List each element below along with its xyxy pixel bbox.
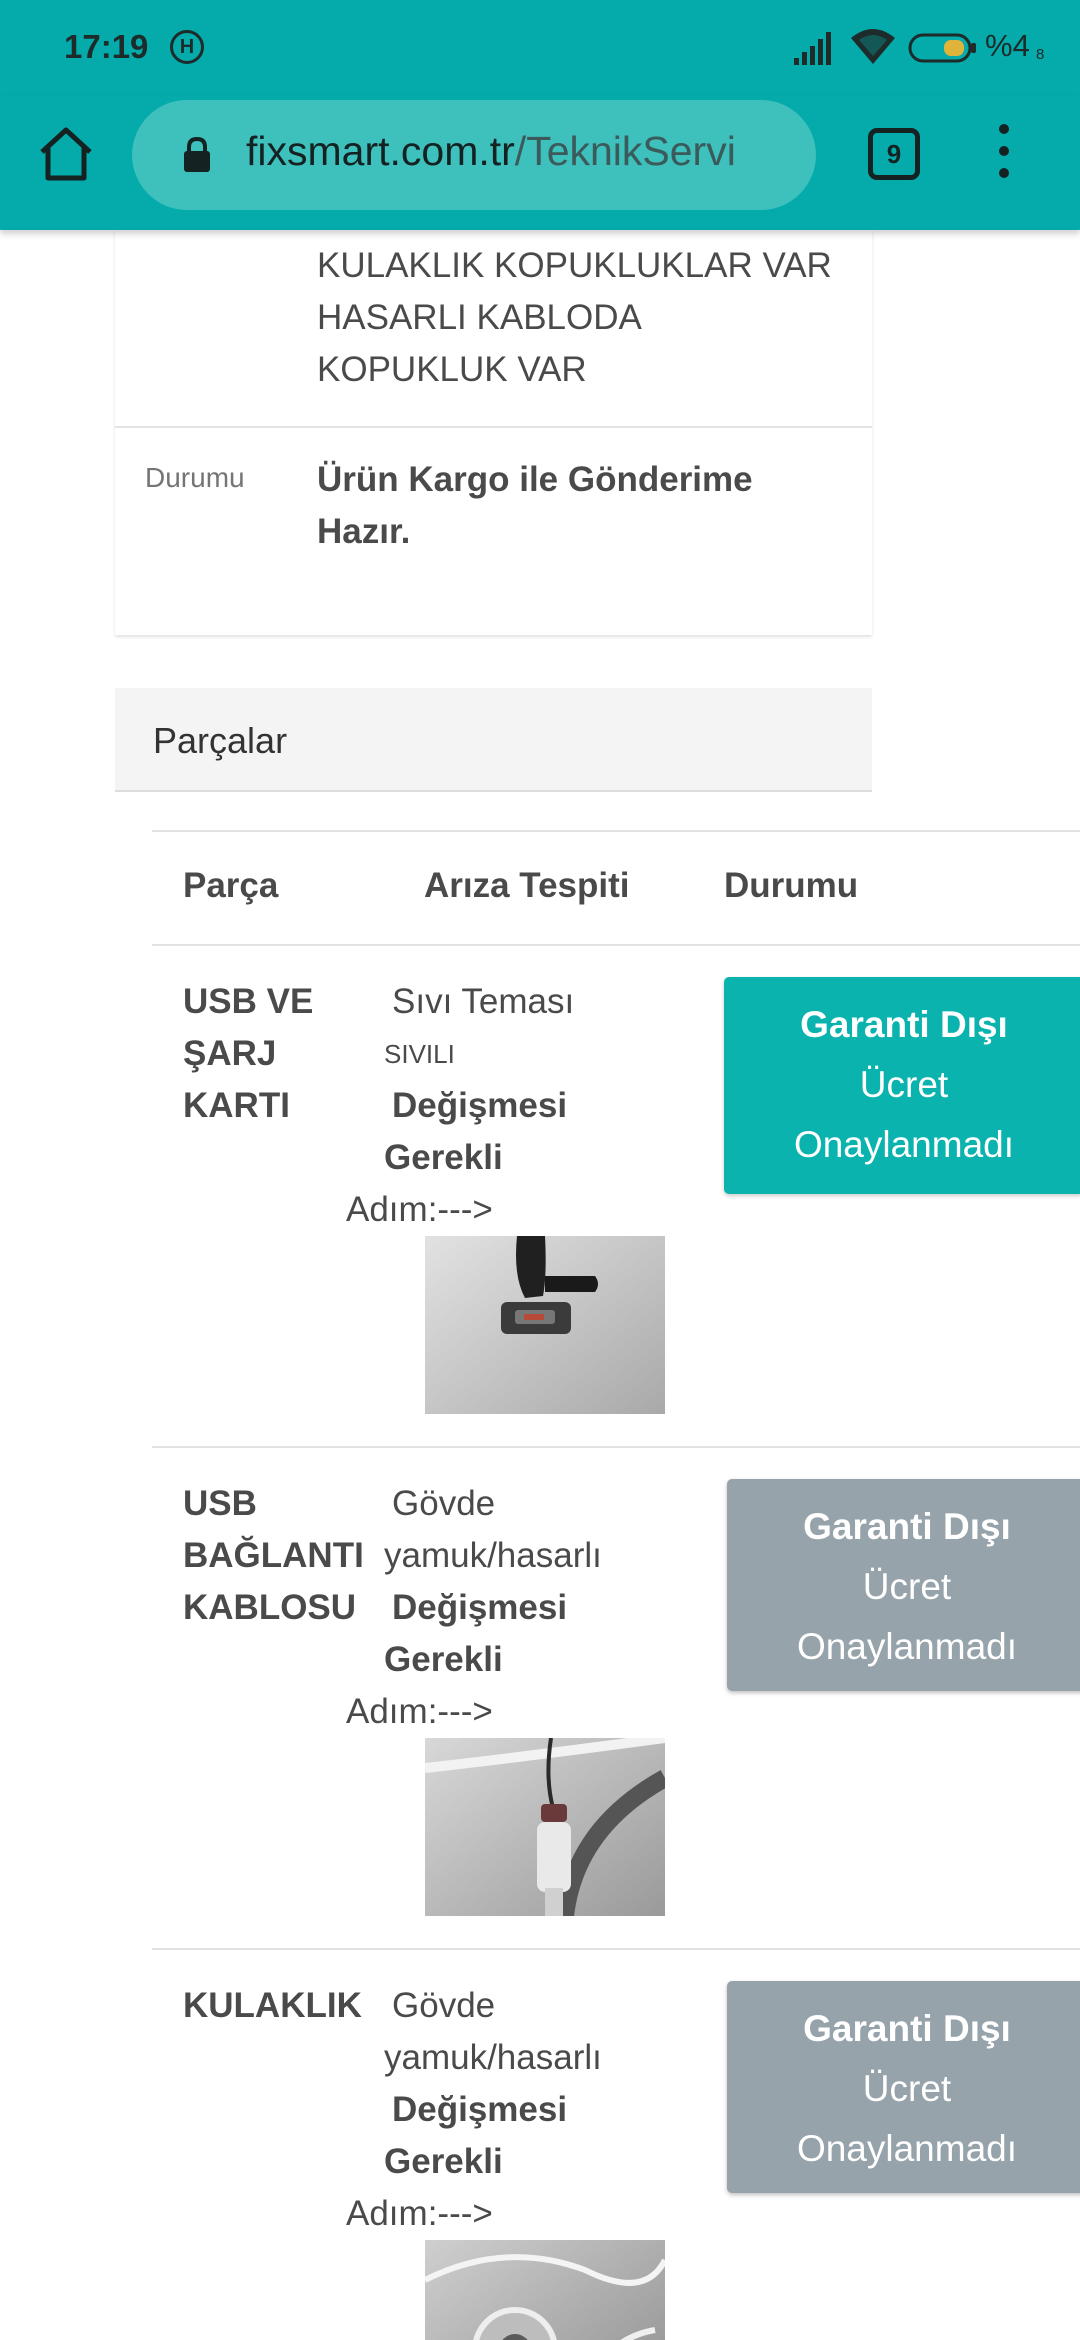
status-button-line: Garanti Dışı: [803, 2008, 1011, 2049]
status-button-line: Ücret: [862, 1566, 952, 1607]
description-line: KOPUKLUK VAR: [317, 350, 587, 389]
table-row: USB VE ŞARJ KARTI Sıvı Teması SIVILI Değ…: [152, 946, 1080, 1448]
fault-detail: Gövde yamuk/hasarlı Değişmesi Gerekli Ad…: [346, 1980, 634, 2240]
part-name: KULAKLIK: [183, 1980, 383, 2032]
part-photo[interactable]: [425, 1738, 665, 1916]
column-header-fault: Arıza Tespiti: [424, 866, 630, 905]
status-button-line: Garanti Dışı: [800, 1004, 1008, 1045]
description-line: HASARLI KABLODA: [317, 298, 642, 337]
action-required: Değişmesi: [392, 1588, 568, 1627]
lock-icon: [184, 136, 210, 172]
status-value: Ürün Kargo ile Gönderime Hazır.: [317, 460, 753, 551]
action-required: Gerekli: [384, 1138, 503, 1177]
table-top-border: [152, 830, 1080, 832]
signal-icon: [794, 32, 831, 65]
column-header-status: Durumu: [724, 866, 859, 905]
status-button-line: Ücret: [859, 1064, 949, 1105]
menu-icon[interactable]: [990, 124, 1018, 184]
part-name-line: KABLOSU: [183, 1588, 357, 1627]
step-label: Adım:--->: [346, 1692, 493, 1731]
battery-sub: 8: [1036, 46, 1045, 63]
step-label: Adım:--->: [346, 1190, 493, 1229]
url-text: fixsmart.com.tr/TeknikServi: [246, 128, 736, 175]
battery-percent: %4: [985, 28, 1030, 63]
part-name-line: ŞARJ: [183, 1034, 277, 1073]
fault-note: yamuk/hasarlı: [384, 1536, 602, 1575]
parts-panel-heading: Parçalar: [115, 688, 872, 792]
column-header-part: Parça: [183, 866, 279, 905]
status-button-line: Onaylanmadı: [796, 2128, 1018, 2169]
action-required: Gerekli: [384, 1640, 503, 1679]
service-details-card: KULAKLIK KOPUKLUKLAR VAR HASARLI KABLODA…: [115, 230, 872, 635]
fault-type: Sıvı Teması: [392, 982, 575, 1021]
battery-icon: [908, 33, 976, 63]
wifi-icon: [851, 29, 895, 64]
part-name-line: KARTI: [183, 1086, 290, 1125]
description-line: KULAKLIK KOPUKLUKLAR VAR: [317, 246, 832, 285]
status-bar: 17:19 H %4 8: [0, 0, 1080, 96]
h-badge-icon: H: [170, 30, 204, 64]
part-photo[interactable]: [425, 1236, 665, 1414]
status-button[interactable]: Garanti Dışı Ücret Onaylanmadı: [727, 1479, 1080, 1691]
part-photo[interactable]: [425, 2240, 665, 2340]
fault-note: yamuk/hasarlı: [384, 2038, 602, 2077]
fault-note: SIVILI: [384, 1039, 455, 1069]
fault-detail: Gövde yamuk/hasarlı Değişmesi Gerekli Ad…: [346, 1478, 634, 1738]
action-required: Gerekli: [384, 2142, 503, 2181]
fault-detail: Sıvı Teması SIVILI Değişmesi Gerekli Adı…: [346, 976, 634, 1236]
step-label: Adım:--->: [346, 2194, 493, 2233]
url-path: /TeknikServi: [514, 128, 736, 174]
part-name-line: BAĞLANTI: [183, 1536, 364, 1575]
parts-heading: Parçalar: [153, 720, 288, 761]
status-button[interactable]: Garanti Dışı Ücret Onaylanmadı: [727, 1981, 1080, 2193]
status-label: Durumu: [145, 462, 245, 493]
divider: [115, 426, 872, 428]
status-button-line: Ücret: [862, 2068, 952, 2109]
tabs-icon[interactable]: 9: [868, 128, 920, 180]
page-content: KULAKLIK KOPUKLUKLAR VAR HASARLI KABLODA…: [0, 230, 1080, 2340]
fault-type: Gövde: [392, 1986, 496, 2025]
status-button-line: Onaylanmadı: [796, 1626, 1018, 1667]
fault-type: Gövde: [392, 1484, 496, 1523]
status-button-line: Garanti Dışı: [803, 1506, 1011, 1547]
url-domain: fixsmart.com.tr: [246, 128, 515, 174]
status-time: 17:19: [64, 28, 149, 65]
part-name: USB BAĞLANTI KABLOSU: [183, 1478, 383, 1634]
fault-description: KULAKLIK KOPUKLUKLAR VAR HASARLI KABLODA…: [317, 240, 877, 396]
table-row: KULAKLIK Gövde yamuk/hasarlı Değişmesi G…: [152, 1950, 1080, 2340]
part-name-line: USB: [183, 1484, 257, 1523]
part-name-line: USB VE: [183, 982, 314, 1021]
browser-toolbar: fixsmart.com.tr/TeknikServi 9: [0, 96, 1080, 230]
part-name: USB VE ŞARJ KARTI: [183, 976, 383, 1132]
action-required: Değişmesi: [392, 1086, 568, 1125]
status-button-line: Onaylanmadı: [793, 1124, 1015, 1165]
table-row: USB BAĞLANTI KABLOSU Gövde yamuk/hasarlı…: [152, 1448, 1080, 1950]
part-name-line: KULAKLIK: [183, 1986, 362, 2025]
status-button[interactable]: Garanti Dışı Ücret Onaylanmadı: [724, 977, 1080, 1194]
action-required: Değişmesi: [392, 2090, 568, 2129]
page: 17:19 H %4 8 fixsmart.com.tr/TeknikServi…: [0, 0, 1080, 2340]
url-bar[interactable]: fixsmart.com.tr/TeknikServi: [132, 100, 816, 210]
home-icon[interactable]: [36, 124, 96, 184]
